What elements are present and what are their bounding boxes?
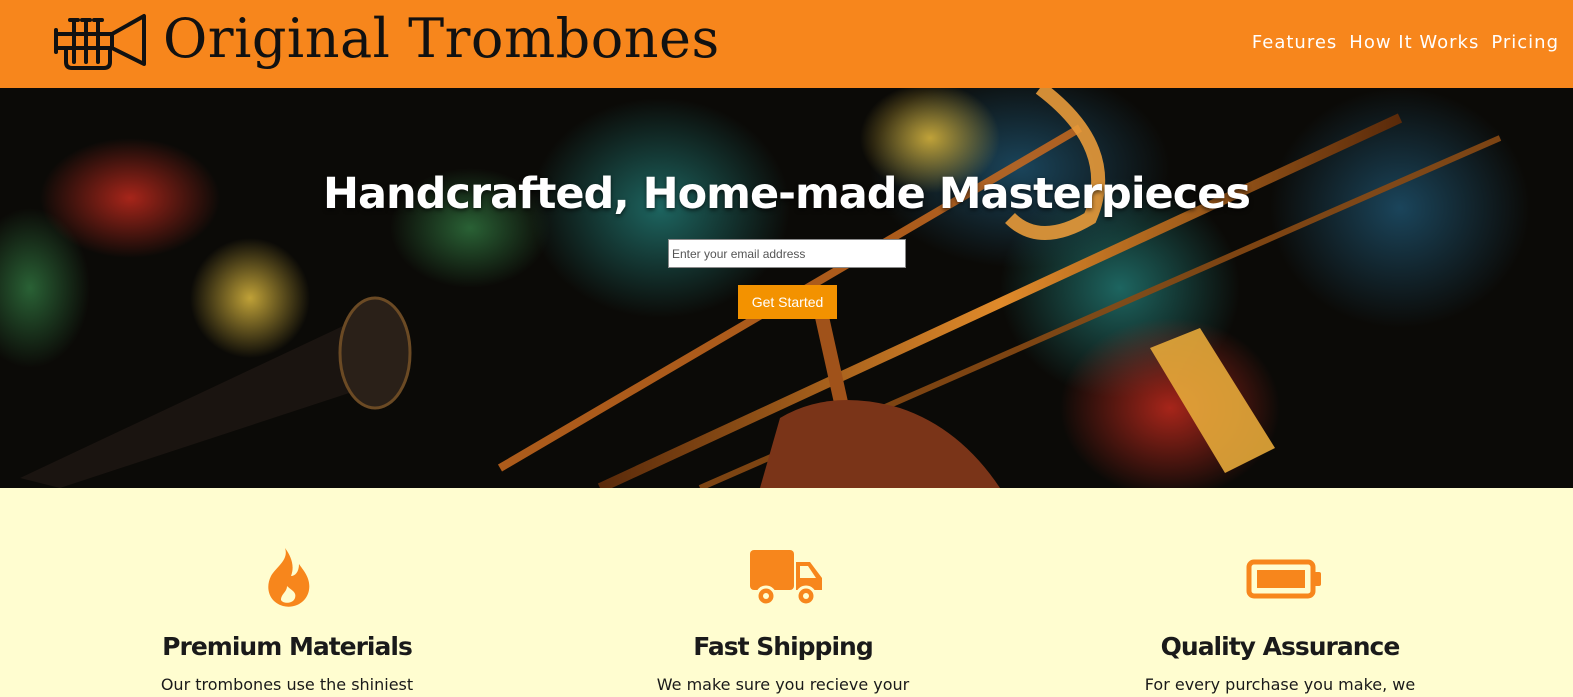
hero-section: Handcrafted, Home-made Masterpieces Get … <box>0 88 1573 488</box>
trumpet-icon[interactable] <box>52 12 148 70</box>
feature-title: Premium Materials <box>162 632 413 661</box>
feature-text: For every purchase you make, we <box>1144 675 1416 694</box>
feature-title: Quality Assurance <box>1160 632 1401 661</box>
nav-link-how-it-works[interactable]: How It Works <box>1349 32 1479 53</box>
nav-link-features[interactable]: Features <box>1252 32 1337 53</box>
truck-icon <box>750 550 822 607</box>
feature-title: Fast Shipping <box>693 632 873 661</box>
brand-name[interactable]: Original Trombones <box>163 4 720 74</box>
feature-text: We make sure you recieve your <box>656 675 910 694</box>
features-section: Premium Materials Our trombones use the … <box>0 488 1573 697</box>
get-started-button[interactable]: Get Started <box>738 285 837 319</box>
flame-icon <box>268 548 310 607</box>
main-nav: Features How It Works Pricing <box>1252 32 1559 53</box>
battery-icon <box>1246 559 1321 599</box>
email-input[interactable] <box>668 239 906 268</box>
feature-text: Our trombones use the shiniest <box>160 675 414 694</box>
nav-link-pricing[interactable]: Pricing <box>1491 32 1559 53</box>
site-header: Original Trombones Features How It Works… <box>0 0 1573 88</box>
hero-title: Handcrafted, Home-made Masterpieces <box>323 169 1251 219</box>
